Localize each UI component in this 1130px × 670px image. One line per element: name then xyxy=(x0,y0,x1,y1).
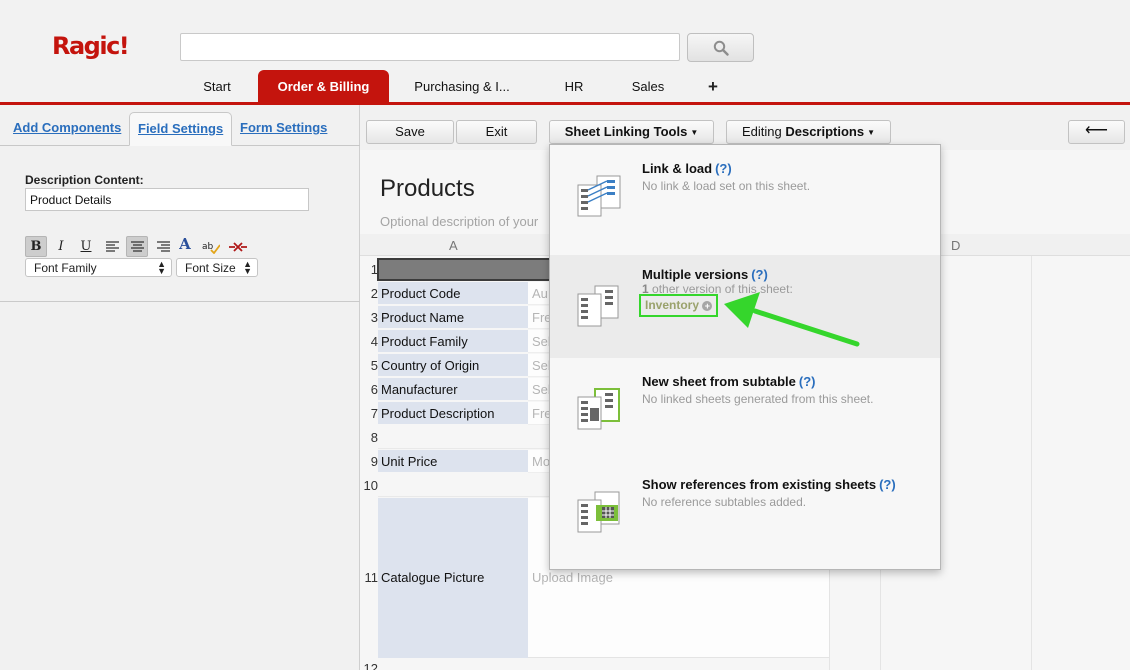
row-number: 3 xyxy=(370,310,378,325)
help-link[interactable]: (?) xyxy=(879,477,896,492)
exit-button[interactable]: Exit xyxy=(456,120,537,144)
select-arrows-icon: ▲ ▼ xyxy=(157,259,166,276)
row-number: 7 xyxy=(370,406,378,421)
field-label-cell[interactable]: Country of Origin xyxy=(378,354,528,377)
back-arrow-button[interactable]: ⟵ xyxy=(1068,120,1125,144)
save-button[interactable]: Save xyxy=(366,120,454,144)
upload-image-placeholder: Upload Image xyxy=(532,570,613,585)
description-content-input[interactable]: Product Details xyxy=(25,188,309,211)
multiple-versions-icon xyxy=(577,285,619,327)
menu-item-description: No reference subtables added. xyxy=(642,495,807,509)
sheet-linking-tools-menu: Link & load (?) No link & load set on thi… xyxy=(549,144,941,570)
help-link[interactable]: (?) xyxy=(799,374,816,389)
row-number: 11 xyxy=(364,570,379,585)
column-header-d[interactable]: D xyxy=(951,238,960,253)
chevron-down-icon: ▼ xyxy=(867,128,876,137)
font-size-value: Font Size xyxy=(185,261,236,275)
row-number: 1 xyxy=(370,262,378,277)
row-number: 10 xyxy=(363,478,378,493)
row-number: 9 xyxy=(370,454,378,469)
divider xyxy=(0,301,360,302)
sheet-title[interactable]: Products xyxy=(380,175,475,203)
chevron-down-icon: ▼ xyxy=(690,128,699,137)
menu-item-title: Show references from existing sheets (?) xyxy=(642,477,896,492)
row-number: 12 xyxy=(363,661,378,670)
link-load-title: Link & load xyxy=(642,161,713,176)
row-number: 4 xyxy=(370,334,378,349)
sheet-linking-tools-label: Sheet Linking Tools xyxy=(564,124,688,139)
menu-item-multiple-versions[interactable]: Multiple versions (?) 1 other version of … xyxy=(550,255,940,358)
field-label-cell[interactable]: Product Family xyxy=(378,330,528,353)
menu-item-new-sheet-from-subtable[interactable]: New sheet from subtable (?) No linked she… xyxy=(550,358,940,461)
field-label-cell[interactable]: Product Name xyxy=(378,306,528,329)
top-header: Ragic! Start Order & Billing Purchasing … xyxy=(0,0,1130,105)
menu-item-title: New sheet from subtable (?) xyxy=(642,374,815,389)
align-center-icon[interactable] xyxy=(126,236,148,257)
link-load-icon xyxy=(577,175,621,217)
menu-item-description: No linked sheets generated from this she… xyxy=(642,392,874,406)
field-label-cell[interactable]: Unit Price xyxy=(378,450,528,473)
font-color-icon[interactable]: A xyxy=(174,233,196,254)
tab-form-settings[interactable]: Form Settings xyxy=(232,112,335,146)
row-number: 5 xyxy=(370,358,378,373)
settings-tabs: Add Components Field Settings Form Setti… xyxy=(0,105,360,146)
sheet-linking-tools-button[interactable]: Sheet Linking Tools ▼ xyxy=(549,120,714,144)
field-label-cell[interactable]: Product Code xyxy=(378,282,528,305)
menu-item-description: No link & load set on this sheet. xyxy=(642,179,811,193)
tab-sales[interactable]: Sales xyxy=(623,70,673,103)
tab-purchasing[interactable]: Purchasing & I... xyxy=(407,70,517,103)
field-label-cell[interactable]: Manufacturer xyxy=(378,378,528,401)
search-button[interactable] xyxy=(687,33,754,62)
row-number: 8 xyxy=(370,430,378,445)
grid-line xyxy=(1031,256,1032,670)
show-references-icon xyxy=(577,491,620,533)
unlink-icon[interactable] xyxy=(227,236,249,257)
menu-item-title: Link & load (?) xyxy=(642,161,732,176)
search-icon xyxy=(713,40,729,56)
editing-mode-value: Descriptions xyxy=(785,124,865,139)
help-link[interactable]: (?) xyxy=(715,161,732,176)
settings-panel: Add Components Field Settings Form Setti… xyxy=(0,105,360,670)
menu-item-show-references[interactable]: Show references from existing sheets (?) … xyxy=(550,461,940,564)
inventory-version-link[interactable]: Inventory + xyxy=(639,294,719,317)
underline-icon[interactable]: U xyxy=(75,236,97,257)
bold-icon[interactable]: B xyxy=(25,236,47,257)
tab-hr[interactable]: HR xyxy=(554,70,594,103)
tab-add-components[interactable]: Add Components xyxy=(5,112,129,146)
new-sheet-from-subtable-icon xyxy=(577,388,620,430)
inventory-label: Inventory xyxy=(645,298,700,312)
spellcheck-icon[interactable]: ab xyxy=(200,236,222,257)
catalogue-picture-label: Catalogue Picture xyxy=(381,570,485,585)
editing-mode-button[interactable]: Editing Descriptions ▼ xyxy=(726,120,891,144)
font-size-select[interactable]: Font Size ▲ ▼ xyxy=(176,258,258,277)
field-label-cell[interactable]: Product Description xyxy=(378,402,528,425)
add-circle-icon: + xyxy=(702,301,713,311)
tab-start[interactable]: Start xyxy=(187,70,247,103)
row-number: 2 xyxy=(370,286,378,301)
menu-item-link-load[interactable]: Link & load (?) No link & load set on thi… xyxy=(550,145,940,248)
description-content-label: Description Content: xyxy=(25,173,144,187)
menu-item-title: Multiple versions (?) xyxy=(642,267,768,282)
italic-icon[interactable]: I xyxy=(50,236,72,257)
search-input[interactable] xyxy=(180,33,680,61)
row-number: 6 xyxy=(370,382,378,397)
align-right-icon[interactable] xyxy=(152,236,174,257)
font-family-select[interactable]: Font Family ▲ ▼ xyxy=(25,258,172,277)
app-logo[interactable]: Ragic! xyxy=(52,32,130,60)
tab-order-billing[interactable]: Order & Billing xyxy=(258,70,389,103)
multiple-versions-title: Multiple versions xyxy=(642,267,749,282)
show-references-title: Show references from existing sheets xyxy=(642,477,877,492)
title-bar-cell[interactable] xyxy=(377,258,557,281)
column-header-a[interactable]: A xyxy=(449,238,458,253)
align-left-icon[interactable] xyxy=(101,236,123,257)
editing-prefix: Editing xyxy=(741,124,782,139)
sheet-description[interactable]: Optional description of your xyxy=(380,214,550,229)
help-link[interactable]: (?) xyxy=(751,267,768,282)
add-tab-button[interactable]: + xyxy=(700,70,726,103)
font-family-value: Font Family xyxy=(34,261,97,275)
new-sheet-title: New sheet from subtable xyxy=(642,374,796,389)
tab-field-settings[interactable]: Field Settings xyxy=(129,112,233,146)
field-label-cell[interactable]: Catalogue Picture xyxy=(378,498,528,658)
select-arrows-icon: ▲ ▼ xyxy=(243,259,252,276)
